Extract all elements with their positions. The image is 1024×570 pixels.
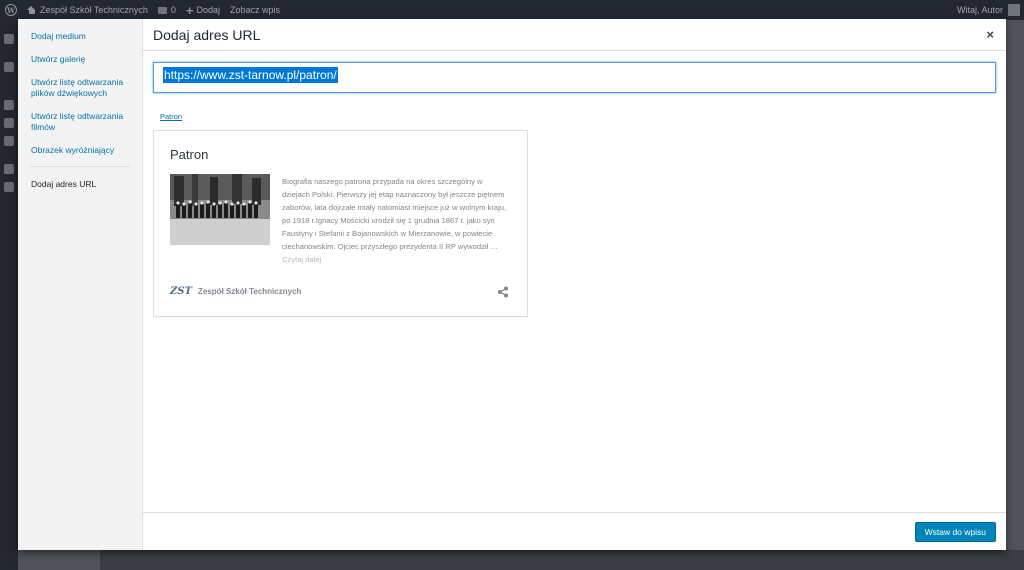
modal-title: Dodaj adres URL xyxy=(153,27,261,43)
share-icon[interactable] xyxy=(497,286,509,298)
insert-into-post-button[interactable]: Wstaw do wpisu xyxy=(914,522,996,542)
comments-link[interactable]: 0 xyxy=(153,0,181,20)
url-input[interactable]: https://www.zst-tarnow.pl/patron/ xyxy=(153,62,996,93)
embed-title[interactable]: Patron xyxy=(170,147,208,162)
comment-icon xyxy=(157,6,167,14)
menu-item-video-playlist[interactable]: Utwórz listę odtwarzania filmów xyxy=(18,109,142,137)
menu-separator xyxy=(30,166,130,167)
embed-preview-card: Patron Biografia naszego patrona przypad… xyxy=(153,130,528,317)
view-post-label: Zobacz wpis xyxy=(230,5,281,15)
home-icon xyxy=(27,6,36,14)
new-content-link[interactable]: + Dodaj xyxy=(181,0,225,20)
wordpress-icon: W xyxy=(5,4,17,16)
menu-item-audio-playlist[interactable]: Utwórz listę odtwarzania plików dźwiękow… xyxy=(18,75,142,103)
media-modal-menu: Dodaj medium Utwórz galerię Utwórz listę… xyxy=(18,19,143,550)
url-input-value: https://www.zst-tarnow.pl/patron/ xyxy=(163,67,338,83)
admin-bar: W Zespół Szkół Technicznych 0 + Dodaj Zo… xyxy=(0,0,1024,20)
avatar-icon xyxy=(1008,4,1020,16)
account-menu[interactable]: Witaj, Autor xyxy=(952,0,1024,20)
dashboard-icon xyxy=(4,34,14,44)
comments-menu-icon xyxy=(4,118,14,128)
media-modal: Dodaj medium Utwórz galerię Utwórz listę… xyxy=(18,19,1006,550)
modal-toolbar: Wstaw do wpisu xyxy=(143,512,1006,550)
site-name-label: Zespół Szkół Technicznych xyxy=(40,5,148,15)
site-name-link[interactable]: Zespół Szkół Technicznych xyxy=(22,0,153,20)
close-button[interactable]: × xyxy=(986,28,994,41)
embed-site-name: Zespół Szkół Technicznych xyxy=(197,287,302,296)
menu-item-featured-image[interactable]: Obrazek wyróżniający xyxy=(18,143,142,160)
pages-icon xyxy=(4,136,14,146)
tools-icon xyxy=(4,182,14,192)
modal-header: Dodaj adres URL xyxy=(143,19,1006,51)
comments-count: 0 xyxy=(170,5,176,15)
menu-item-insert-url[interactable]: Dodaj adres URL xyxy=(18,177,142,194)
admin-side-menu xyxy=(0,20,18,570)
menu-item-add-media[interactable]: Dodaj medium xyxy=(18,29,142,46)
page-bottom-strip xyxy=(100,550,1024,570)
pin-icon xyxy=(4,62,14,72)
wordpress-logo-menu[interactable]: W xyxy=(0,0,22,20)
read-more-link[interactable]: Czytaj dalej xyxy=(282,255,321,264)
embed-content: https://www.zst-tarnow.pl/patron/ Patron… xyxy=(143,52,1006,512)
view-post-link[interactable]: Zobacz wpis xyxy=(225,0,285,20)
new-content-label: Dodaj xyxy=(196,5,221,15)
excerpt-text: Biografia naszego patrona przypada na ok… xyxy=(282,177,507,251)
plus-icon: + xyxy=(185,2,194,18)
site-logo-icon: ZST xyxy=(170,286,192,297)
users-icon xyxy=(4,164,14,174)
preview-link[interactable]: Patron xyxy=(160,112,182,121)
embed-excerpt: Biografia naszego patrona przypada na ok… xyxy=(282,175,512,266)
embed-thumbnail[interactable] xyxy=(170,174,270,245)
greeting-label: Witaj, Autor xyxy=(956,5,1003,15)
menu-item-create-gallery[interactable]: Utwórz galerię xyxy=(18,52,142,69)
media-icon xyxy=(4,100,14,110)
embed-site-info[interactable]: ZST Zespół Szkół Technicznych xyxy=(170,286,301,297)
